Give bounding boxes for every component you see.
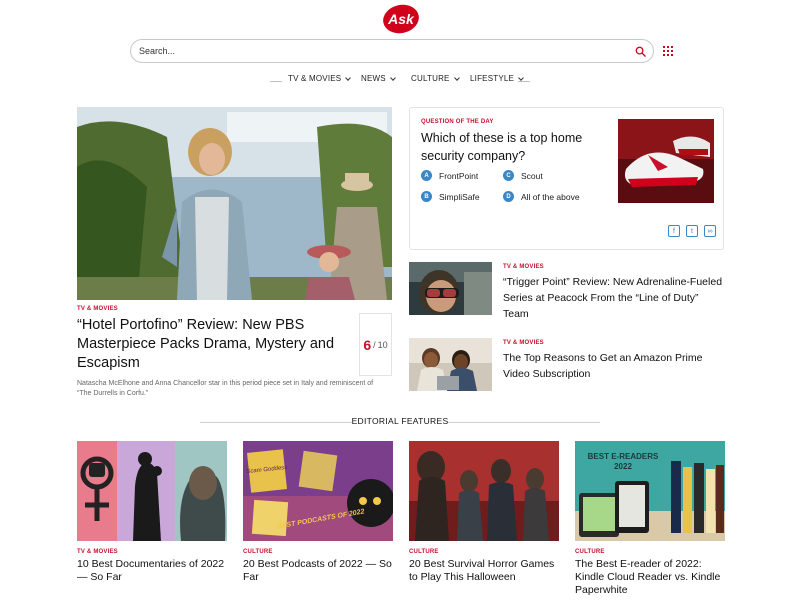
feature-card-category[interactable]: CULTURE bbox=[243, 549, 393, 555]
side-story-title[interactable]: “Trigger Point” Review: New Adrenaline-F… bbox=[503, 274, 723, 322]
feature-card-3: CULTURE 20 Best Survival Horror Games to… bbox=[409, 441, 559, 584]
section-heading: EDITORIAL FEATURES bbox=[351, 416, 449, 426]
feature-card-title[interactable]: 20 Best Podcasts of 2022 — So Far bbox=[243, 558, 393, 584]
option-letter: D bbox=[503, 191, 514, 202]
score-max: 10 bbox=[377, 339, 388, 350]
nav-item-culture[interactable]: CULTURE bbox=[411, 74, 460, 83]
feature-card-image[interactable] bbox=[409, 441, 559, 541]
question-of-the-day: QUESTION OF THE DAY Which of these is a … bbox=[409, 107, 724, 250]
apps-grid-icon[interactable] bbox=[663, 46, 673, 56]
ereader-banner-year: 2022 bbox=[614, 462, 632, 471]
facebook-icon[interactable]: f bbox=[668, 225, 680, 237]
chevron-down-icon bbox=[518, 74, 524, 81]
side-story-category[interactable]: TV & MOVIES bbox=[503, 264, 544, 270]
review-score: 6 / 10 bbox=[359, 313, 392, 376]
option-label: SimpliSafe bbox=[439, 191, 480, 202]
search-button[interactable] bbox=[633, 44, 647, 58]
feature-card-4: BEST E-READERS 2022 CULTURE The Best E-r… bbox=[575, 441, 725, 597]
feature-card-title[interactable]: The Best E-reader of 2022: Kindle Cloud … bbox=[575, 558, 725, 597]
nav-label: CULTURE bbox=[411, 74, 450, 83]
side-story-title[interactable]: The Top Reasons to Get an Amazon Prime V… bbox=[503, 350, 723, 382]
feature-card-2: Scam Goddess BEST PODCASTS OF 2022 CULTU… bbox=[243, 441, 393, 584]
side-story-image[interactable] bbox=[409, 262, 492, 315]
nav-item-tv-movies[interactable]: TV & MOVIES bbox=[288, 74, 352, 83]
quiz-question: Which of these is a top home security co… bbox=[421, 131, 583, 163]
feature-card-category[interactable]: TV & MOVIES bbox=[77, 549, 227, 555]
feature-card-1: TV & MOVIES 10 Best Documentaries of 202… bbox=[77, 441, 227, 584]
quiz-option-c[interactable]: C Scout bbox=[503, 170, 543, 181]
feature-card-category[interactable]: CULTURE bbox=[409, 549, 559, 555]
hero-description: Natascha McElhone and Anna Chancellor st… bbox=[77, 380, 374, 397]
feature-card-image[interactable] bbox=[77, 441, 227, 541]
feature-card-title[interactable]: 20 Best Survival Horror Games to Play Th… bbox=[409, 558, 559, 584]
logo-text: Ask bbox=[387, 11, 415, 27]
quiz-label: QUESTION OF THE DAY bbox=[421, 119, 494, 125]
feature-card-image[interactable]: Scam Goddess BEST PODCASTS OF 2022 bbox=[243, 441, 393, 541]
score-separator: / bbox=[373, 339, 376, 350]
option-letter: C bbox=[503, 170, 514, 181]
main-nav: TV & MOVIES NEWS CULTURE LIFESTYLE bbox=[0, 74, 800, 88]
quiz-image bbox=[618, 119, 714, 203]
hero-title[interactable]: “Hotel Portofino” Review: New PBS Master… bbox=[77, 316, 347, 373]
feature-card-image[interactable]: BEST E-READERS 2022 bbox=[575, 441, 725, 541]
nav-divider-right bbox=[518, 81, 530, 82]
chevron-down-icon bbox=[389, 74, 396, 81]
option-label: All of the above bbox=[521, 191, 580, 202]
editorial-features-heading: EDITORIAL FEATURES bbox=[0, 416, 800, 428]
feature-card-title[interactable]: 10 Best Documentaries of 2022 — So Far bbox=[77, 558, 227, 584]
side-story-category[interactable]: TV & MOVIES bbox=[503, 340, 544, 346]
score-value: 6 bbox=[363, 336, 372, 353]
nav-divider-left bbox=[270, 81, 282, 82]
option-letter: A bbox=[421, 170, 432, 181]
link-icon[interactable]: ∞ bbox=[704, 225, 716, 237]
hero-image[interactable] bbox=[77, 107, 392, 300]
side-story-image[interactable] bbox=[409, 338, 492, 391]
twitter-icon[interactable]: t bbox=[686, 225, 698, 237]
quiz-option-b[interactable]: B SimpliSafe bbox=[421, 191, 480, 202]
search-input[interactable] bbox=[139, 43, 619, 59]
quiz-option-a[interactable]: A FrontPoint bbox=[421, 170, 478, 181]
nav-label: TV & MOVIES bbox=[288, 74, 342, 83]
nav-item-lifestyle[interactable]: LIFESTYLE bbox=[470, 74, 524, 83]
search-bar bbox=[130, 39, 654, 63]
nav-label: LIFESTYLE bbox=[470, 74, 515, 83]
heading-divider-right bbox=[448, 422, 600, 423]
option-label: Scout bbox=[521, 170, 543, 181]
search-icon bbox=[635, 46, 646, 57]
option-label: FrontPoint bbox=[439, 170, 479, 181]
chevron-down-icon bbox=[453, 74, 460, 81]
ereader-banner-text: BEST E-READERS bbox=[588, 452, 659, 461]
nav-item-news[interactable]: NEWS bbox=[361, 74, 396, 83]
chevron-down-icon bbox=[345, 74, 352, 81]
ask-logo[interactable]: Ask bbox=[382, 4, 420, 34]
feature-card-category[interactable]: CULTURE bbox=[575, 549, 725, 555]
option-letter: B bbox=[421, 191, 432, 202]
nav-label: NEWS bbox=[361, 74, 386, 83]
quiz-option-d[interactable]: D All of the above bbox=[503, 191, 580, 202]
hero-category[interactable]: TV & MOVIES bbox=[77, 306, 118, 312]
